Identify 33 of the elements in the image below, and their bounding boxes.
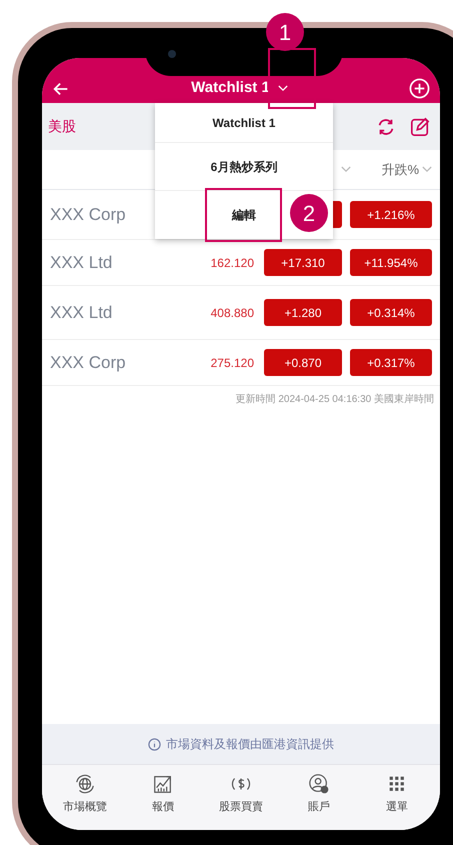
stock-price: 408.880 <box>210 304 254 322</box>
refresh-icon[interactable] <box>376 116 396 136</box>
market-tab[interactable]: 美股 <box>48 116 76 137</box>
menu-item[interactable]: 編輯 <box>232 206 256 224</box>
nav-label[interactable]: 賬戶 <box>308 799 330 816</box>
add-icon[interactable] <box>408 78 430 99</box>
change-percent-badge: +11.954% <box>350 249 432 276</box>
chart-icon[interactable] <box>152 773 174 795</box>
stock-price: 162.120 <box>210 254 254 272</box>
change-badge: +0.870 <box>264 349 342 376</box>
account-icon[interactable] <box>308 773 330 795</box>
change-percent-badge: +0.317% <box>350 349 432 376</box>
change-badge: +1.280 <box>264 299 342 326</box>
info-icon <box>148 738 161 750</box>
menu-item[interactable]: Watchlist 1 <box>212 114 276 132</box>
notice-text: 市場資料及報價由匯港資訊提供 <box>166 736 334 753</box>
nav-label[interactable]: 報價 <box>152 799 174 816</box>
nav-label[interactable]: 市場概覽 <box>63 799 107 816</box>
stock-name[interactable]: XXX Ltd <box>50 250 211 276</box>
column-header[interactable]: 升跌% <box>381 160 419 180</box>
globe-icon[interactable] <box>74 773 96 795</box>
step-number: 1 <box>266 13 304 51</box>
update-time: 更新時間 2024-04-25 04:16:30 美國東岸時間 <box>236 392 434 407</box>
stock-name[interactable]: XXX Corp <box>50 350 211 376</box>
stock-price: 275.120 <box>210 354 254 372</box>
edit-icon[interactable] <box>410 116 430 136</box>
change-badge: +17.310 <box>264 249 342 276</box>
change-percent-badge: +1.216% <box>350 201 432 228</box>
nav-label[interactable]: 股票買賣 <box>219 799 263 816</box>
stock-name[interactable]: XXX Ltd <box>50 300 211 326</box>
change-percent-badge: +0.314% <box>350 299 432 326</box>
menu-item[interactable]: 6月熱炒系列 <box>210 158 278 176</box>
nav-label[interactable]: 選單 <box>386 799 408 816</box>
